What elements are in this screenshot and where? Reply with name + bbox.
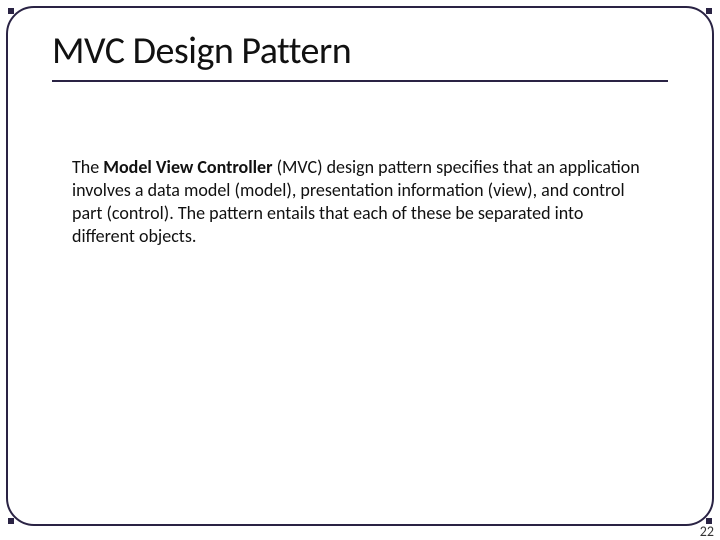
slide-title: MVC Design Pattern [52,28,668,80]
page-number: 22 [700,523,714,540]
body-paragraph: The Model View Controller (MVC) design p… [72,156,648,248]
slide: MVC Design Pattern The Model View Contro… [0,0,720,540]
title-underline [52,80,668,82]
body-lead: The [72,156,103,178]
corner-dot-tl [8,8,14,14]
corner-dot-tr [706,8,712,14]
corner-dot-bl [8,518,14,524]
body-bold-term: Model View Controller [103,156,272,178]
slide-frame [6,6,714,526]
title-block: MVC Design Pattern [52,28,668,82]
